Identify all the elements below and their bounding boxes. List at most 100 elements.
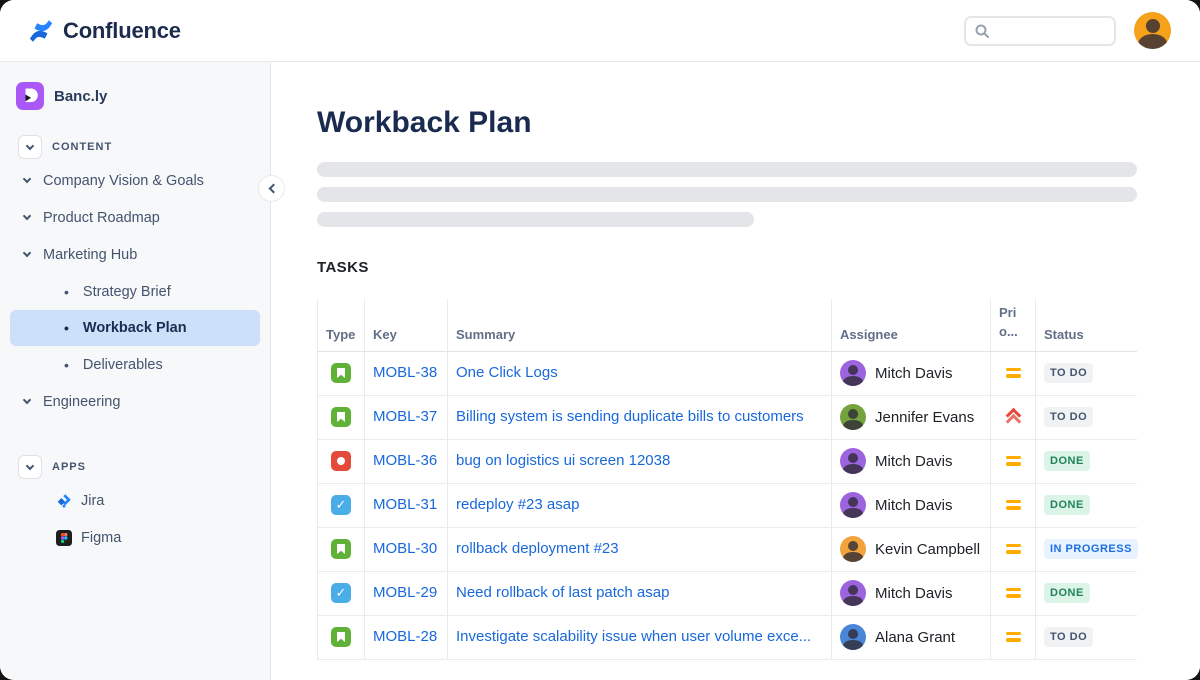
user-avatar[interactable] xyxy=(1134,12,1171,49)
status-badge: DONE xyxy=(1044,495,1090,515)
apps-section-label: APPS xyxy=(52,461,86,473)
issue-summary-link[interactable]: Need rollback of last patch asap xyxy=(456,584,669,601)
sidebar-item-label: Marketing Hub xyxy=(43,247,137,263)
column-header-summary[interactable]: Summary xyxy=(448,299,832,351)
sidebar-item-company-vision[interactable]: Company Vision & Goals xyxy=(0,162,270,199)
assignee-name: Alana Grant xyxy=(875,629,955,646)
sidebar-item-label: Company Vision & Goals xyxy=(43,173,204,189)
table-row[interactable]: MOBL-38 One Click Logs Mitch Davis TO DO xyxy=(318,351,1137,395)
assignee-avatar xyxy=(840,448,866,474)
chevron-down-icon xyxy=(23,174,31,182)
placeholder-bar xyxy=(317,187,1137,202)
tasks-section-heading: TASKS xyxy=(317,259,1137,276)
status-badge: TO DO xyxy=(1044,407,1093,427)
chevron-left-icon xyxy=(268,184,278,194)
issue-type-icon xyxy=(331,539,351,559)
content-collapse-toggle[interactable] xyxy=(18,135,42,159)
confluence-logo[interactable]: Confluence xyxy=(28,18,181,44)
issue-summary-link[interactable]: Investigate scalability issue when user … xyxy=(456,628,811,645)
jira-issues-table: Type Key Summary Assignee Prio... Status… xyxy=(317,299,1137,660)
sidebar-item-label: Figma xyxy=(81,530,121,546)
issue-type-icon xyxy=(331,627,351,647)
column-header-priority[interactable]: Prio... xyxy=(991,299,1036,351)
assignee-name: Jennifer Evans xyxy=(875,409,974,426)
issue-type-icon xyxy=(331,407,351,427)
assignee-avatar xyxy=(840,360,866,386)
chevron-down-icon xyxy=(23,211,31,219)
issue-key-link[interactable]: MOBL-28 xyxy=(373,628,437,645)
status-badge: IN PROGRESS xyxy=(1044,539,1138,559)
issue-key-link[interactable]: MOBL-38 xyxy=(373,364,437,381)
search-input[interactable] xyxy=(990,23,1100,38)
assignee-name: Mitch Davis xyxy=(875,585,953,602)
column-header-key[interactable]: Key xyxy=(365,299,448,351)
issue-summary-link[interactable]: redeploy #23 asap xyxy=(456,496,579,513)
search-box[interactable] xyxy=(964,16,1116,46)
issue-summary-link[interactable]: One Click Logs xyxy=(456,364,558,381)
sidebar-item-engineering[interactable]: Engineering xyxy=(0,383,270,420)
priority-icon xyxy=(1006,455,1021,467)
assignee-avatar xyxy=(840,580,866,606)
issue-summary-link[interactable]: rollback deployment #23 xyxy=(456,540,619,557)
sidebar-collapse-button[interactable] xyxy=(258,175,285,202)
sidebar-item-label: Strategy Brief xyxy=(83,284,171,300)
table-row[interactable]: MOBL-28 Investigate scalability issue wh… xyxy=(318,615,1137,659)
issue-key-link[interactable]: MOBL-31 xyxy=(373,496,437,513)
assignee-name: Mitch Davis xyxy=(875,497,953,514)
issue-key-link[interactable]: MOBL-30 xyxy=(373,540,437,557)
sidebar-item-deliverables[interactable]: Deliverables xyxy=(0,346,270,383)
content-section-header: CONTENT xyxy=(0,132,270,162)
text-placeholder-block xyxy=(317,162,1137,227)
issue-key-link[interactable]: MOBL-37 xyxy=(373,408,437,425)
apps-collapse-toggle[interactable] xyxy=(18,455,42,479)
table-row[interactable]: MOBL-30 rollback deployment #23 Kevin Ca… xyxy=(318,527,1137,571)
chevron-down-icon xyxy=(26,461,34,469)
apps-section-header: APPS xyxy=(0,452,270,482)
assignee-avatar xyxy=(840,492,866,518)
issue-type-icon xyxy=(331,495,351,515)
table-row[interactable]: MOBL-37 Billing system is sending duplic… xyxy=(318,395,1137,439)
space-icon xyxy=(16,82,44,110)
sidebar-item-workback-plan[interactable]: Workback Plan xyxy=(10,310,260,346)
priority-icon xyxy=(1006,367,1021,379)
assignee-name: Mitch Davis xyxy=(875,365,953,382)
chevron-down-icon xyxy=(26,141,34,149)
priority-icon xyxy=(1006,543,1021,555)
table-row[interactable]: MOBL-36 bug on logistics ui screen 12038… xyxy=(318,439,1137,483)
space-header[interactable]: Banc.ly xyxy=(0,78,270,114)
table-row[interactable]: MOBL-31 redeploy #23 asap Mitch Davis DO… xyxy=(318,483,1137,527)
sidebar-item-marketing-hub[interactable]: Marketing Hub xyxy=(0,236,270,273)
column-header-assignee[interactable]: Assignee xyxy=(832,299,991,351)
assignee-name: Mitch Davis xyxy=(875,453,953,470)
space-name: Banc.ly xyxy=(54,88,107,105)
figma-icon xyxy=(56,530,72,546)
assignee-avatar xyxy=(840,624,866,650)
sidebar: Banc.ly CONTENT Company Vision & Goals P… xyxy=(0,62,271,680)
status-badge: TO DO xyxy=(1044,627,1093,647)
assignee-name: Kevin Campbell xyxy=(875,541,980,558)
sidebar-item-strategy-brief[interactable]: Strategy Brief xyxy=(0,273,270,310)
confluence-app: Confluence xyxy=(0,0,1200,680)
issue-summary-link[interactable]: bug on logistics ui screen 12038 xyxy=(456,452,670,469)
priority-icon xyxy=(1006,409,1021,424)
assignee-avatar xyxy=(840,404,866,430)
sidebar-item-label: Deliverables xyxy=(83,357,163,373)
priority-icon xyxy=(1006,631,1021,643)
status-badge: DONE xyxy=(1044,583,1090,603)
issue-key-link[interactable]: MOBL-36 xyxy=(373,452,437,469)
placeholder-bar xyxy=(317,212,754,227)
table-row[interactable]: MOBL-29 Need rollback of last patch asap… xyxy=(318,571,1137,615)
chevron-down-icon xyxy=(23,248,31,256)
sidebar-item-label: Workback Plan xyxy=(83,320,187,336)
column-header-type[interactable]: Type xyxy=(318,299,365,351)
sidebar-item-figma[interactable]: Figma xyxy=(0,519,270,556)
column-header-status[interactable]: Status xyxy=(1036,299,1137,351)
sidebar-item-product-roadmap[interactable]: Product Roadmap xyxy=(0,199,270,236)
assignee-avatar xyxy=(840,536,866,562)
issue-summary-link[interactable]: Billing system is sending duplicate bill… xyxy=(456,408,804,425)
confluence-logo-icon xyxy=(28,18,54,44)
issue-key-link[interactable]: MOBL-29 xyxy=(373,584,437,601)
sidebar-item-jira[interactable]: Jira xyxy=(0,482,270,519)
jira-icon xyxy=(56,493,72,509)
search-icon xyxy=(974,23,990,39)
